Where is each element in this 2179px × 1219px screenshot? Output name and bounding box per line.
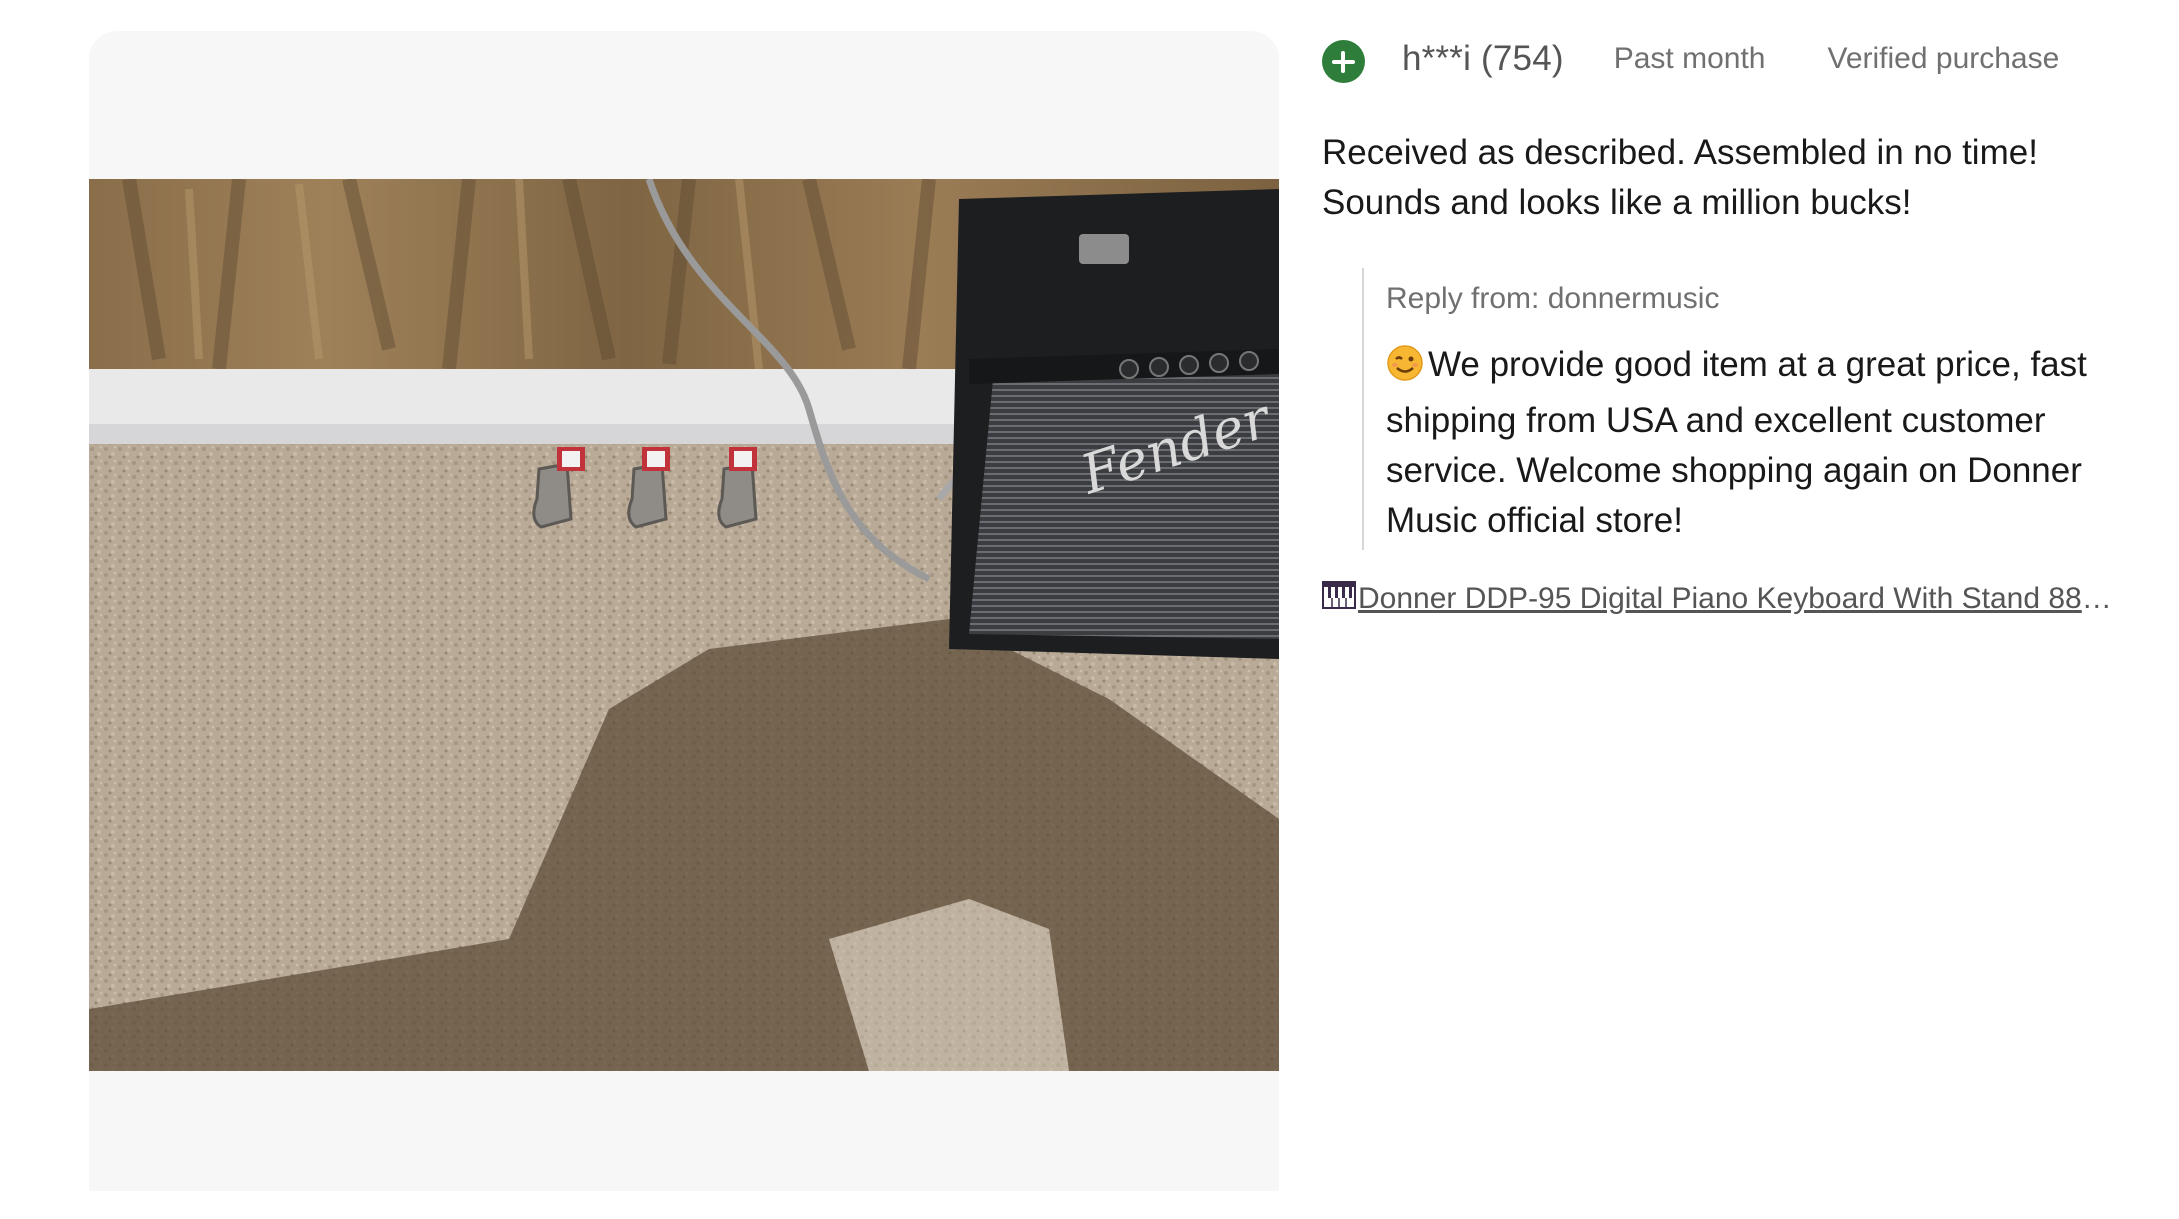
reply-body: We provide good item at a great price, f… [1386,340,2106,550]
product-link-label[interactable]: Donner DDP-95 Digital Piano Keyboard Wit… [1358,582,2112,616]
piano-keys-icon [1322,580,1356,618]
reply-from-label: Reply from: donnermusic [1386,282,1720,315]
plus-circle-icon [1322,39,1365,83]
review-page: Fender h***i (754) Past month Verified p… [0,0,2179,1219]
review-header: h***i (754) Past month Verified purchase [1322,31,2112,87]
review-text: Received as described. Assembled in no t… [1322,133,2038,222]
review-photo-panel[interactable]: Fender [89,31,1279,1191]
product-link[interactable]: Donner DDP-95 Digital Piano Keyboard Wit… [1322,580,2112,618]
wink-face-icon [1386,344,1424,396]
reply-text: We provide good item at a great price, f… [1386,345,2087,540]
review-date: Past month [1613,42,1766,75]
review-card: h***i (754) Past month Verified purchase… [1322,31,2112,618]
review-photo[interactable]: Fender [89,179,1279,1071]
verified-purchase-badge: Verified purchase [1827,42,2060,75]
reviewer-name: h***i (754) [1402,39,1564,78]
seller-reply: Reply from: donnermusic We provide good … [1362,268,2106,550]
